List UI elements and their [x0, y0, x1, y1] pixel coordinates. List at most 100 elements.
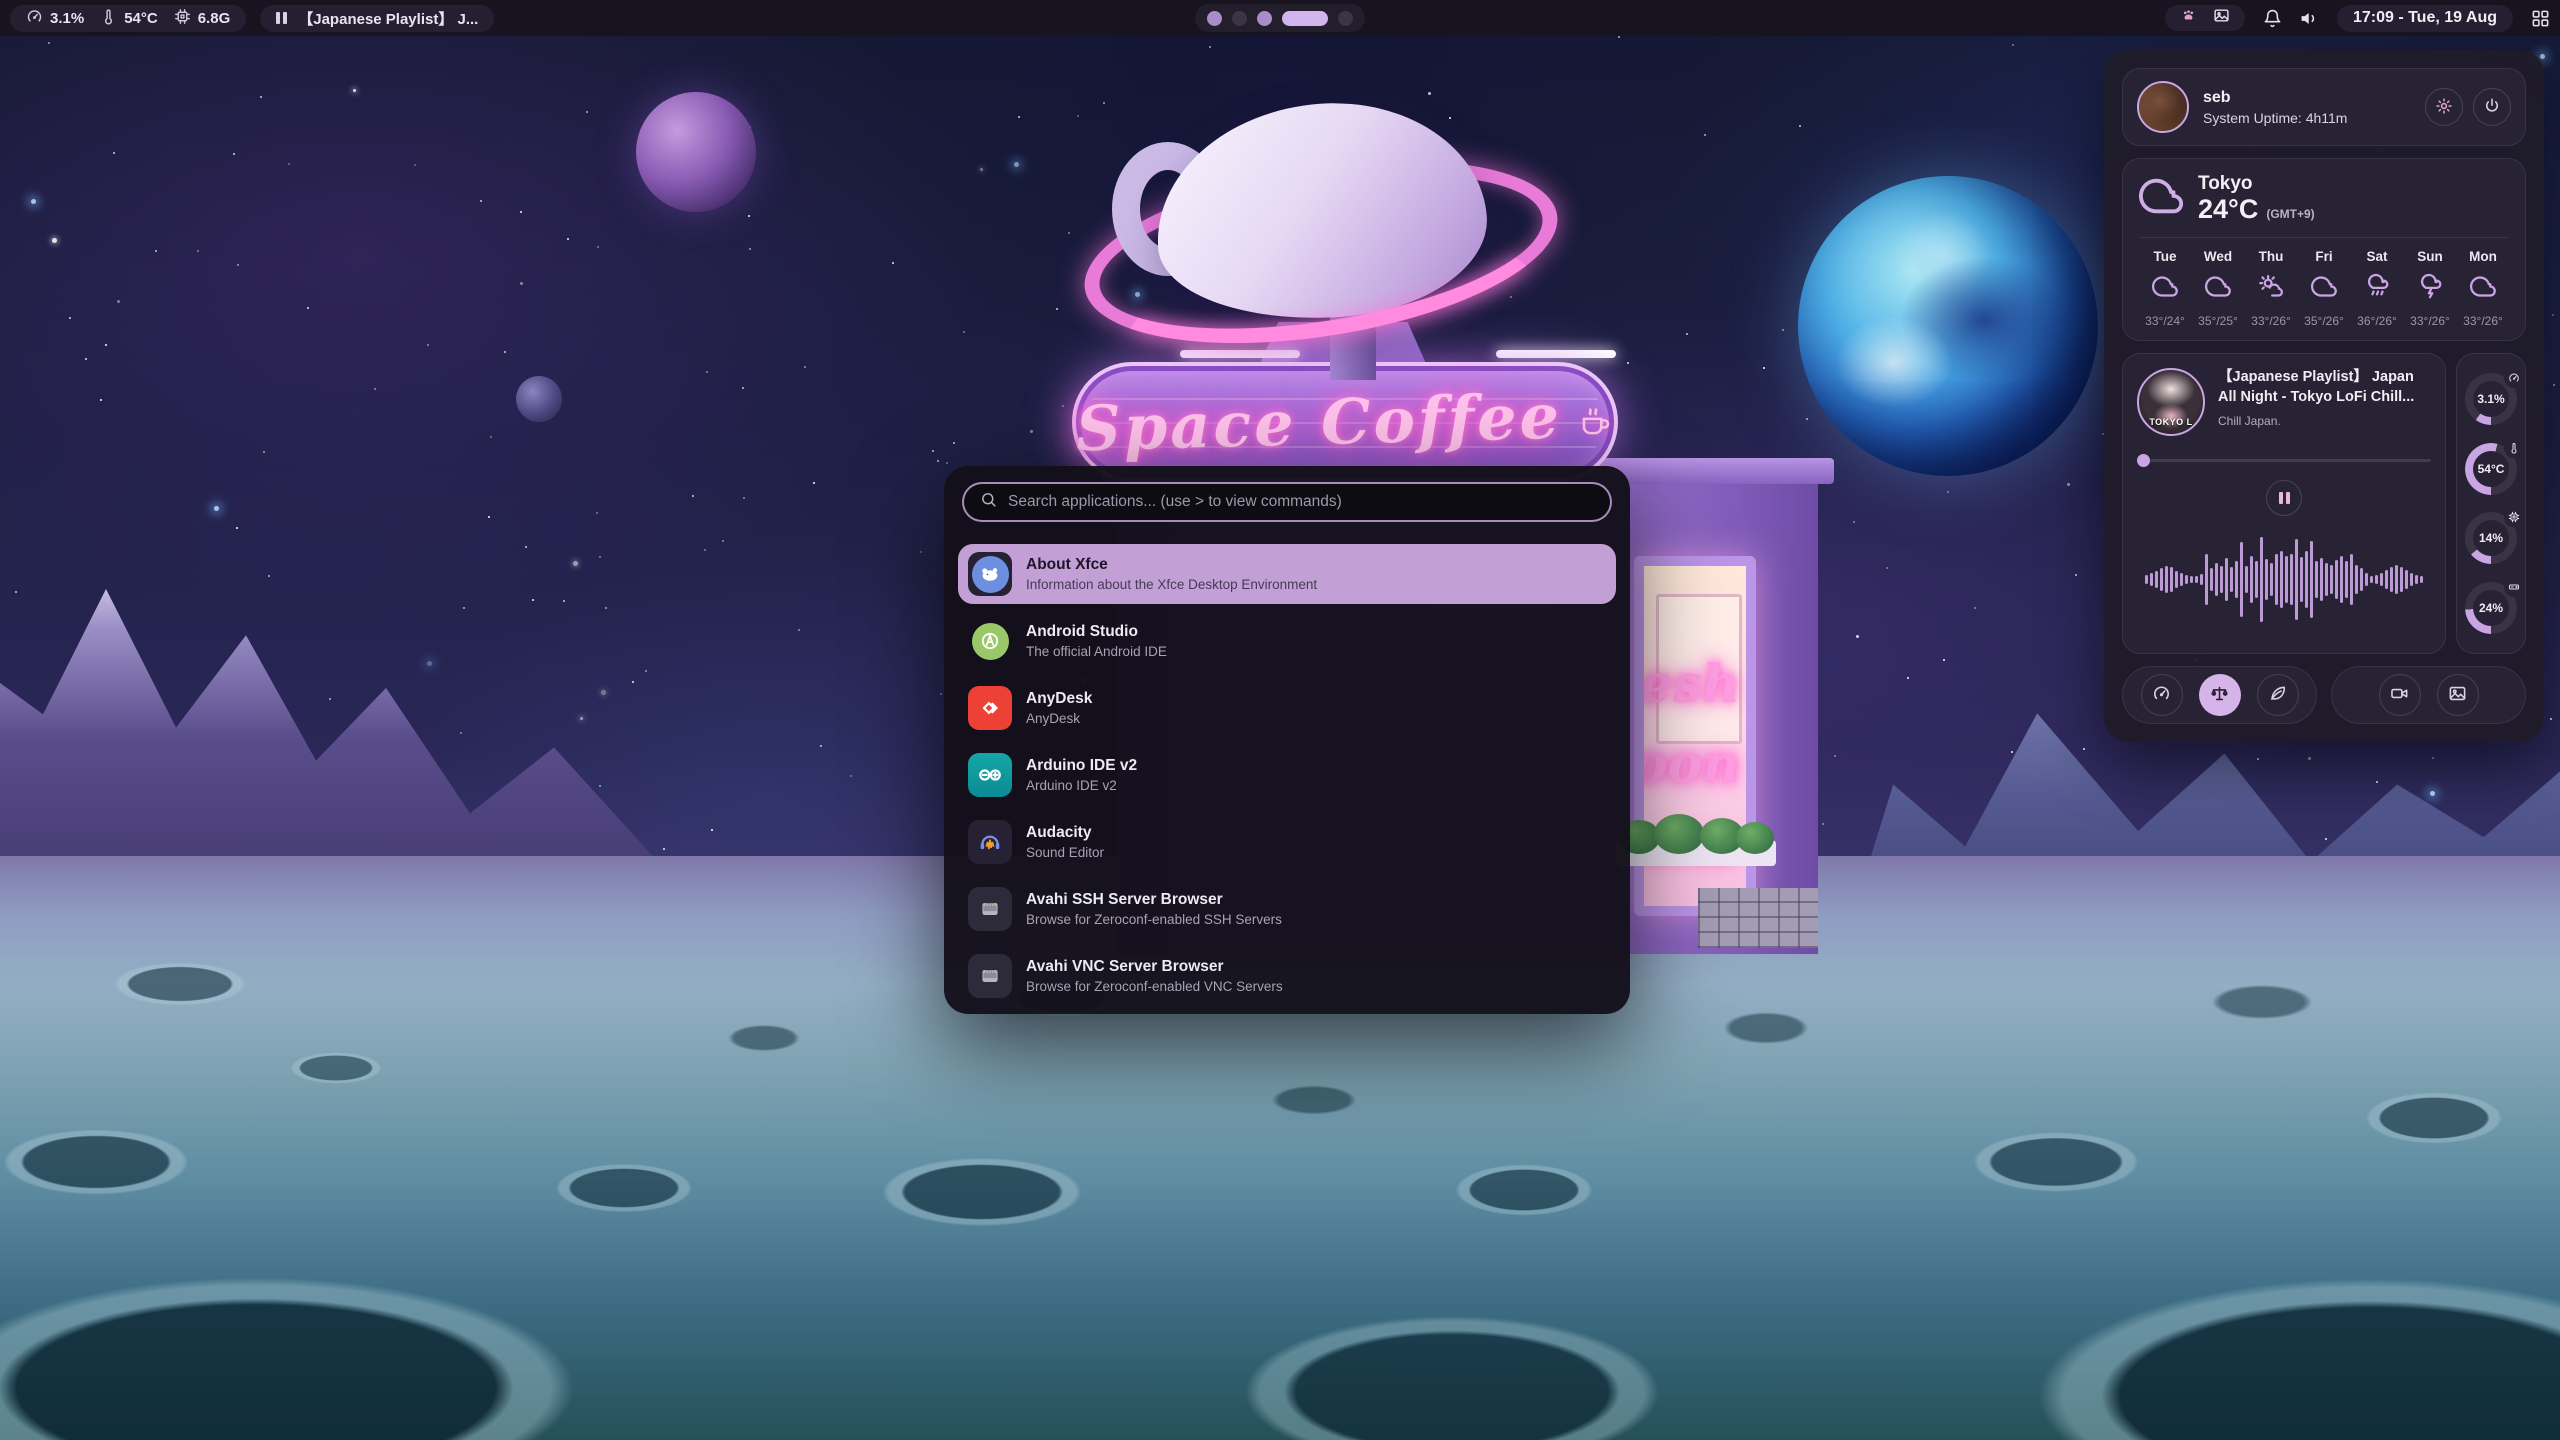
- app-row[interactable]: Avahi VNC Server Browser Browse for Zero…: [958, 946, 1616, 1006]
- waveform-bar: [2145, 575, 2148, 584]
- window-neon-text: oon: [1634, 734, 1740, 795]
- waveform-bar: [2410, 573, 2413, 586]
- workspace-dot[interactable]: [1282, 11, 1328, 26]
- forecast-weather-icon: [2417, 273, 2444, 305]
- search-input[interactable]: [1008, 493, 1594, 511]
- waveform-bar: [2265, 559, 2268, 600]
- forecast-day-name: Thu: [2259, 249, 2284, 264]
- progress-handle[interactable]: [2137, 454, 2150, 467]
- app-title: Audacity: [1026, 823, 1104, 842]
- screen-record-button[interactable]: [2379, 674, 2421, 716]
- waveform-bar: [2200, 574, 2203, 584]
- waveform-bar: [2280, 551, 2283, 608]
- forecast-day-name: Tue: [2154, 249, 2177, 264]
- waveform-bar: [2350, 554, 2353, 606]
- user-name: seb: [2203, 89, 2347, 107]
- memory-stat: 6.8G: [174, 8, 231, 29]
- system-gauges: 3.1% 54°C 14% 24%: [2456, 353, 2526, 654]
- waveform-bar: [2180, 573, 2183, 586]
- tray-app-icon[interactable]: [2180, 7, 2197, 29]
- playback-progress[interactable]: [2137, 454, 2431, 467]
- performance-mode-button[interactable]: [2141, 674, 2183, 716]
- workspace-indicator: [1195, 4, 1365, 32]
- system-uptime: System Uptime: 4h11m: [2203, 110, 2347, 126]
- forecast-temps: 33°/26°: [2410, 314, 2450, 328]
- balanced-mode-button[interactable]: [2199, 674, 2241, 716]
- workspace-dot[interactable]: [1207, 11, 1222, 26]
- waveform-bar: [2295, 539, 2298, 621]
- forecast-day: Sun 33°/26°: [2404, 249, 2456, 328]
- waveform-bar: [2160, 568, 2163, 590]
- cpu-stat: 3.1%: [26, 8, 84, 29]
- audio-visualizer: [2137, 520, 2431, 639]
- waveform-bar: [2255, 561, 2258, 599]
- purple-planet: [636, 92, 756, 212]
- forecast-day: Mon 33°/26°: [2457, 249, 2509, 328]
- app-row[interactable]: About Xfce Information about the Xfce De…: [958, 544, 1616, 604]
- volume-icon[interactable]: [2300, 9, 2319, 28]
- neon-cup-icon: [1576, 393, 1614, 451]
- clock[interactable]: 17:09 - Tue, 19 Aug: [2337, 5, 2513, 32]
- app-icon: [968, 619, 1012, 663]
- top-panel: 3.1% 54°C 6.8G 【Japanese Playlist】 J... …: [0, 0, 2560, 36]
- waveform-bar: [2250, 556, 2253, 603]
- control-center-panel: seb System Uptime: 4h11m Tokyo 24°C (GMT…: [2104, 50, 2544, 742]
- weather-timezone: (GMT+9): [2266, 207, 2314, 221]
- earth-planet: [1798, 176, 2098, 476]
- workspace-dot[interactable]: [1338, 11, 1353, 26]
- weather-city: Tokyo: [2198, 173, 2315, 195]
- small-planet: [516, 376, 562, 422]
- workspace-dot[interactable]: [1232, 11, 1247, 26]
- pause-icon: [2279, 492, 2290, 504]
- settings-button[interactable]: [2425, 88, 2463, 126]
- waveform-bar: [2360, 568, 2363, 591]
- waveform-bar: [2420, 576, 2423, 582]
- waveform-bar: [2245, 566, 2248, 594]
- powersave-mode-button[interactable]: [2257, 674, 2299, 716]
- screenshot-tray-icon[interactable]: [2213, 7, 2230, 29]
- waveform-bar: [2415, 575, 2418, 584]
- app-description: Information about the Xfce Desktop Envir…: [1026, 576, 1317, 594]
- waveform-bar: [2285, 556, 2288, 603]
- now-playing-pill[interactable]: 【Japanese Playlist】 J...: [260, 5, 494, 32]
- power-button[interactable]: [2473, 88, 2511, 126]
- app-row[interactable]: AnyDesk AnyDesk: [958, 678, 1616, 738]
- user-card: seb System Uptime: 4h11m: [2122, 68, 2526, 146]
- forecast-temps: 36°/26°: [2357, 314, 2397, 328]
- app-description: Browse for Zeroconf-enabled VNC Servers: [1026, 978, 1283, 996]
- waveform-bar: [2215, 563, 2218, 596]
- search-bar[interactable]: [962, 482, 1612, 522]
- forecast-weather-icon: [2311, 273, 2338, 305]
- forecast-day-name: Sat: [2366, 249, 2387, 264]
- app-row[interactable]: Android Studio The official Android IDE: [958, 611, 1616, 671]
- forecast-day: Fri 35°/26°: [2298, 249, 2350, 328]
- notifications-icon[interactable]: [2263, 9, 2282, 28]
- memory-chip-icon: [174, 8, 191, 29]
- app-row[interactable]: Arduino IDE v2 Arduino IDE v2: [958, 745, 1616, 805]
- gauge-icon-badge: [2504, 577, 2524, 597]
- gauge-icon-badge: [2504, 438, 2524, 458]
- forecast-day-name: Sun: [2417, 249, 2443, 264]
- app-row[interactable]: Avahi SSH Server Browser Browse for Zero…: [958, 879, 1616, 939]
- waveform-bar: [2335, 560, 2338, 600]
- app-row[interactable]: Audacity Sound Editor: [958, 812, 1616, 872]
- app-title: Android Studio: [1026, 622, 1167, 641]
- forecast-weather-icon: [2364, 273, 2391, 305]
- forecast-day: Sat 36°/26°: [2351, 249, 2403, 328]
- forecast-temps: 33°/24°: [2145, 314, 2185, 328]
- play-pause-button[interactable]: [2266, 480, 2302, 516]
- forecast-day-name: Fri: [2315, 249, 2332, 264]
- waveform-bar: [2270, 563, 2273, 596]
- forecast-temps: 33°/26°: [2251, 314, 2291, 328]
- weather-card: Tokyo 24°C (GMT+9) Tue 33°/24° Wed 35°/2…: [2122, 158, 2526, 341]
- weather-forecast: Tue 33°/24° Wed 35°/25° Thu 33°/26° Fri …: [2139, 249, 2509, 328]
- workspace-dot[interactable]: [1257, 11, 1272, 26]
- waveform-bar: [2205, 554, 2208, 606]
- overview-grid-icon[interactable]: [2531, 9, 2550, 28]
- screenshot-button[interactable]: [2437, 674, 2479, 716]
- mode-button-group: [2122, 666, 2317, 724]
- sign-lamp: [1496, 350, 1616, 358]
- app-icon: [968, 686, 1012, 730]
- waveform-bar: [2330, 565, 2333, 593]
- forecast-day: Wed 35°/25°: [2192, 249, 2244, 328]
